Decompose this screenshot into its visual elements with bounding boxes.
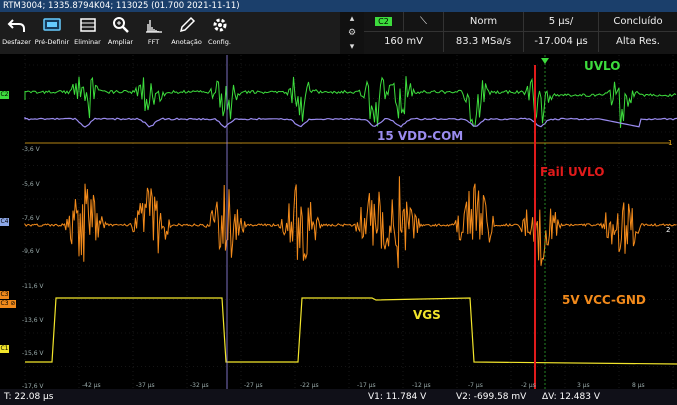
ref-marker-2[interactable]: 2 bbox=[666, 226, 670, 234]
preset-label: Pré-Definir bbox=[34, 38, 70, 46]
x-tick-7: -12 µs bbox=[412, 382, 431, 389]
x-tick-9: -2 µs bbox=[521, 382, 536, 389]
undo-button[interactable]: Desfazer bbox=[0, 12, 33, 54]
delete-button[interactable]: Eliminar bbox=[71, 12, 104, 54]
trigger-level[interactable]: 160 mV bbox=[364, 32, 444, 52]
time-readout: T: 22.08 µs bbox=[4, 392, 54, 402]
y-tick-5: -11,6 V bbox=[22, 283, 44, 290]
preset-icon bbox=[43, 18, 61, 31]
graticule-grid bbox=[24, 55, 677, 389]
x-tick-2: -37 µs bbox=[136, 382, 155, 389]
zoom-button[interactable]: Ampliar bbox=[104, 12, 137, 54]
y-tick-2: -5,6 V bbox=[22, 181, 40, 188]
zoom-label: Ampliar bbox=[107, 38, 134, 46]
arrow-down-icon[interactable]: ▾ bbox=[350, 42, 355, 52]
x-tick-4: -27 µs bbox=[244, 382, 263, 389]
y-tick-3: -7,6 V bbox=[22, 215, 40, 222]
x-tick-11: 8 µs bbox=[632, 382, 645, 389]
trigger-position[interactable]: -17.004 µs bbox=[524, 32, 599, 52]
c3-offset-tag[interactable]: C3 ⊘ bbox=[0, 300, 16, 308]
timebase[interactable]: 5 µs/ bbox=[524, 12, 599, 32]
vcc-gnd-trace bbox=[24, 176, 677, 269]
cursor-v1: V1: 11.784 V bbox=[368, 392, 427, 402]
settings-button[interactable]: Config. bbox=[203, 12, 236, 54]
ref-marker-1[interactable]: 1 bbox=[668, 139, 672, 147]
y-tick-7: -15,6 V bbox=[22, 350, 44, 357]
x-tick-10: 3 µs bbox=[577, 382, 590, 389]
delete-icon bbox=[79, 18, 96, 32]
cursor-delta-v: ΔV: 12.483 V bbox=[542, 392, 600, 402]
vgs-annotation: VGS bbox=[413, 308, 441, 322]
trigger-source-badge: C2 bbox=[375, 17, 392, 26]
bottom-status-bar: T: 22.08 µs V1: 11.784 V V2: -699.58 mV … bbox=[0, 389, 677, 405]
status-panel: C2 ⟍ Norm 5 µs/ Concluído 160 mV 83.3 MS… bbox=[364, 12, 677, 54]
x-tick-5: -22 µs bbox=[300, 382, 319, 389]
annotation-icon bbox=[179, 16, 195, 33]
zoom-icon bbox=[112, 17, 129, 33]
sample-rate[interactable]: 83.3 MSa/s bbox=[444, 32, 524, 52]
annotation-button[interactable]: Anotação bbox=[170, 12, 203, 54]
vcc-gnd-annotation: 5V VCC-GND bbox=[562, 293, 646, 307]
trigger-mode[interactable]: Norm bbox=[444, 12, 524, 32]
vdd-com-trace bbox=[24, 117, 677, 129]
acquisition-state[interactable]: Concluído bbox=[599, 12, 677, 32]
arrow-up-icon[interactable]: ▴ bbox=[350, 14, 355, 24]
gear-icon[interactable]: ⚙ bbox=[348, 28, 356, 38]
settings-label: Config. bbox=[208, 38, 231, 46]
preset-button[interactable]: Pré-Definir bbox=[33, 12, 71, 54]
undo-icon bbox=[7, 19, 25, 32]
c3-tag[interactable]: C3 bbox=[0, 291, 9, 299]
c2-uvlo-trace bbox=[24, 76, 677, 128]
waveform-display[interactable]: C2 C4 C3 C3 ⊘ C1 -3,6 V -5,6 V -7,6 V -9… bbox=[0, 55, 677, 390]
undo-label: Desfazer bbox=[2, 38, 31, 46]
toolbar: Desfazer Pré-Definir Eliminar Ampliar FF… bbox=[0, 12, 340, 54]
cursor-v2: V2: -699.58 mV bbox=[456, 392, 527, 402]
resolution-mode[interactable]: Alta Res. bbox=[599, 32, 677, 52]
uvlo-annotation: UVLO bbox=[584, 59, 621, 73]
waveform-canvas[interactable] bbox=[0, 55, 677, 389]
c4-tag[interactable]: C4 bbox=[0, 218, 9, 226]
annotation-label: Anotação bbox=[171, 38, 202, 46]
window-title: RTM3004; 1335.8794K04; 113025 (01.700 20… bbox=[3, 1, 240, 11]
x-tick-6: -17 µs bbox=[357, 382, 376, 389]
trigger-marker-icon[interactable] bbox=[541, 58, 549, 64]
x-tick-8: -7 µs bbox=[468, 382, 483, 389]
fft-icon bbox=[145, 20, 162, 33]
rising-edge-icon: ⟍ bbox=[420, 16, 427, 27]
delete-label: Eliminar bbox=[74, 38, 101, 46]
c1-tag[interactable]: C1 bbox=[0, 345, 9, 353]
y-tick-6: -13,6 V bbox=[22, 317, 44, 324]
settings-gear-icon bbox=[213, 18, 226, 32]
x-tick-1: -42 µs bbox=[82, 382, 101, 389]
vgs-trace bbox=[25, 297, 677, 365]
side-controls: ▴ ⚙ ▾ bbox=[340, 12, 364, 54]
trigger-slope[interactable]: ⟍ bbox=[404, 12, 444, 32]
c2-tag[interactable]: C2 bbox=[0, 91, 9, 99]
window-title-bar: RTM3004; 1335.8794K04; 113025 (01.700 20… bbox=[0, 0, 677, 12]
y-tick-1: -3,6 V bbox=[22, 146, 40, 153]
fft-label: FFT bbox=[147, 38, 160, 46]
fft-button[interactable]: FFT bbox=[137, 12, 170, 54]
trigger-source[interactable]: C2 bbox=[364, 12, 404, 32]
fail-uvlo-annotation: Fail UVLO bbox=[540, 165, 605, 179]
y-tick-4: -9,6 V bbox=[22, 248, 40, 255]
x-tick-3: -32 µs bbox=[190, 382, 209, 389]
vdd-com-annotation: 15 VDD-COM bbox=[377, 129, 464, 143]
